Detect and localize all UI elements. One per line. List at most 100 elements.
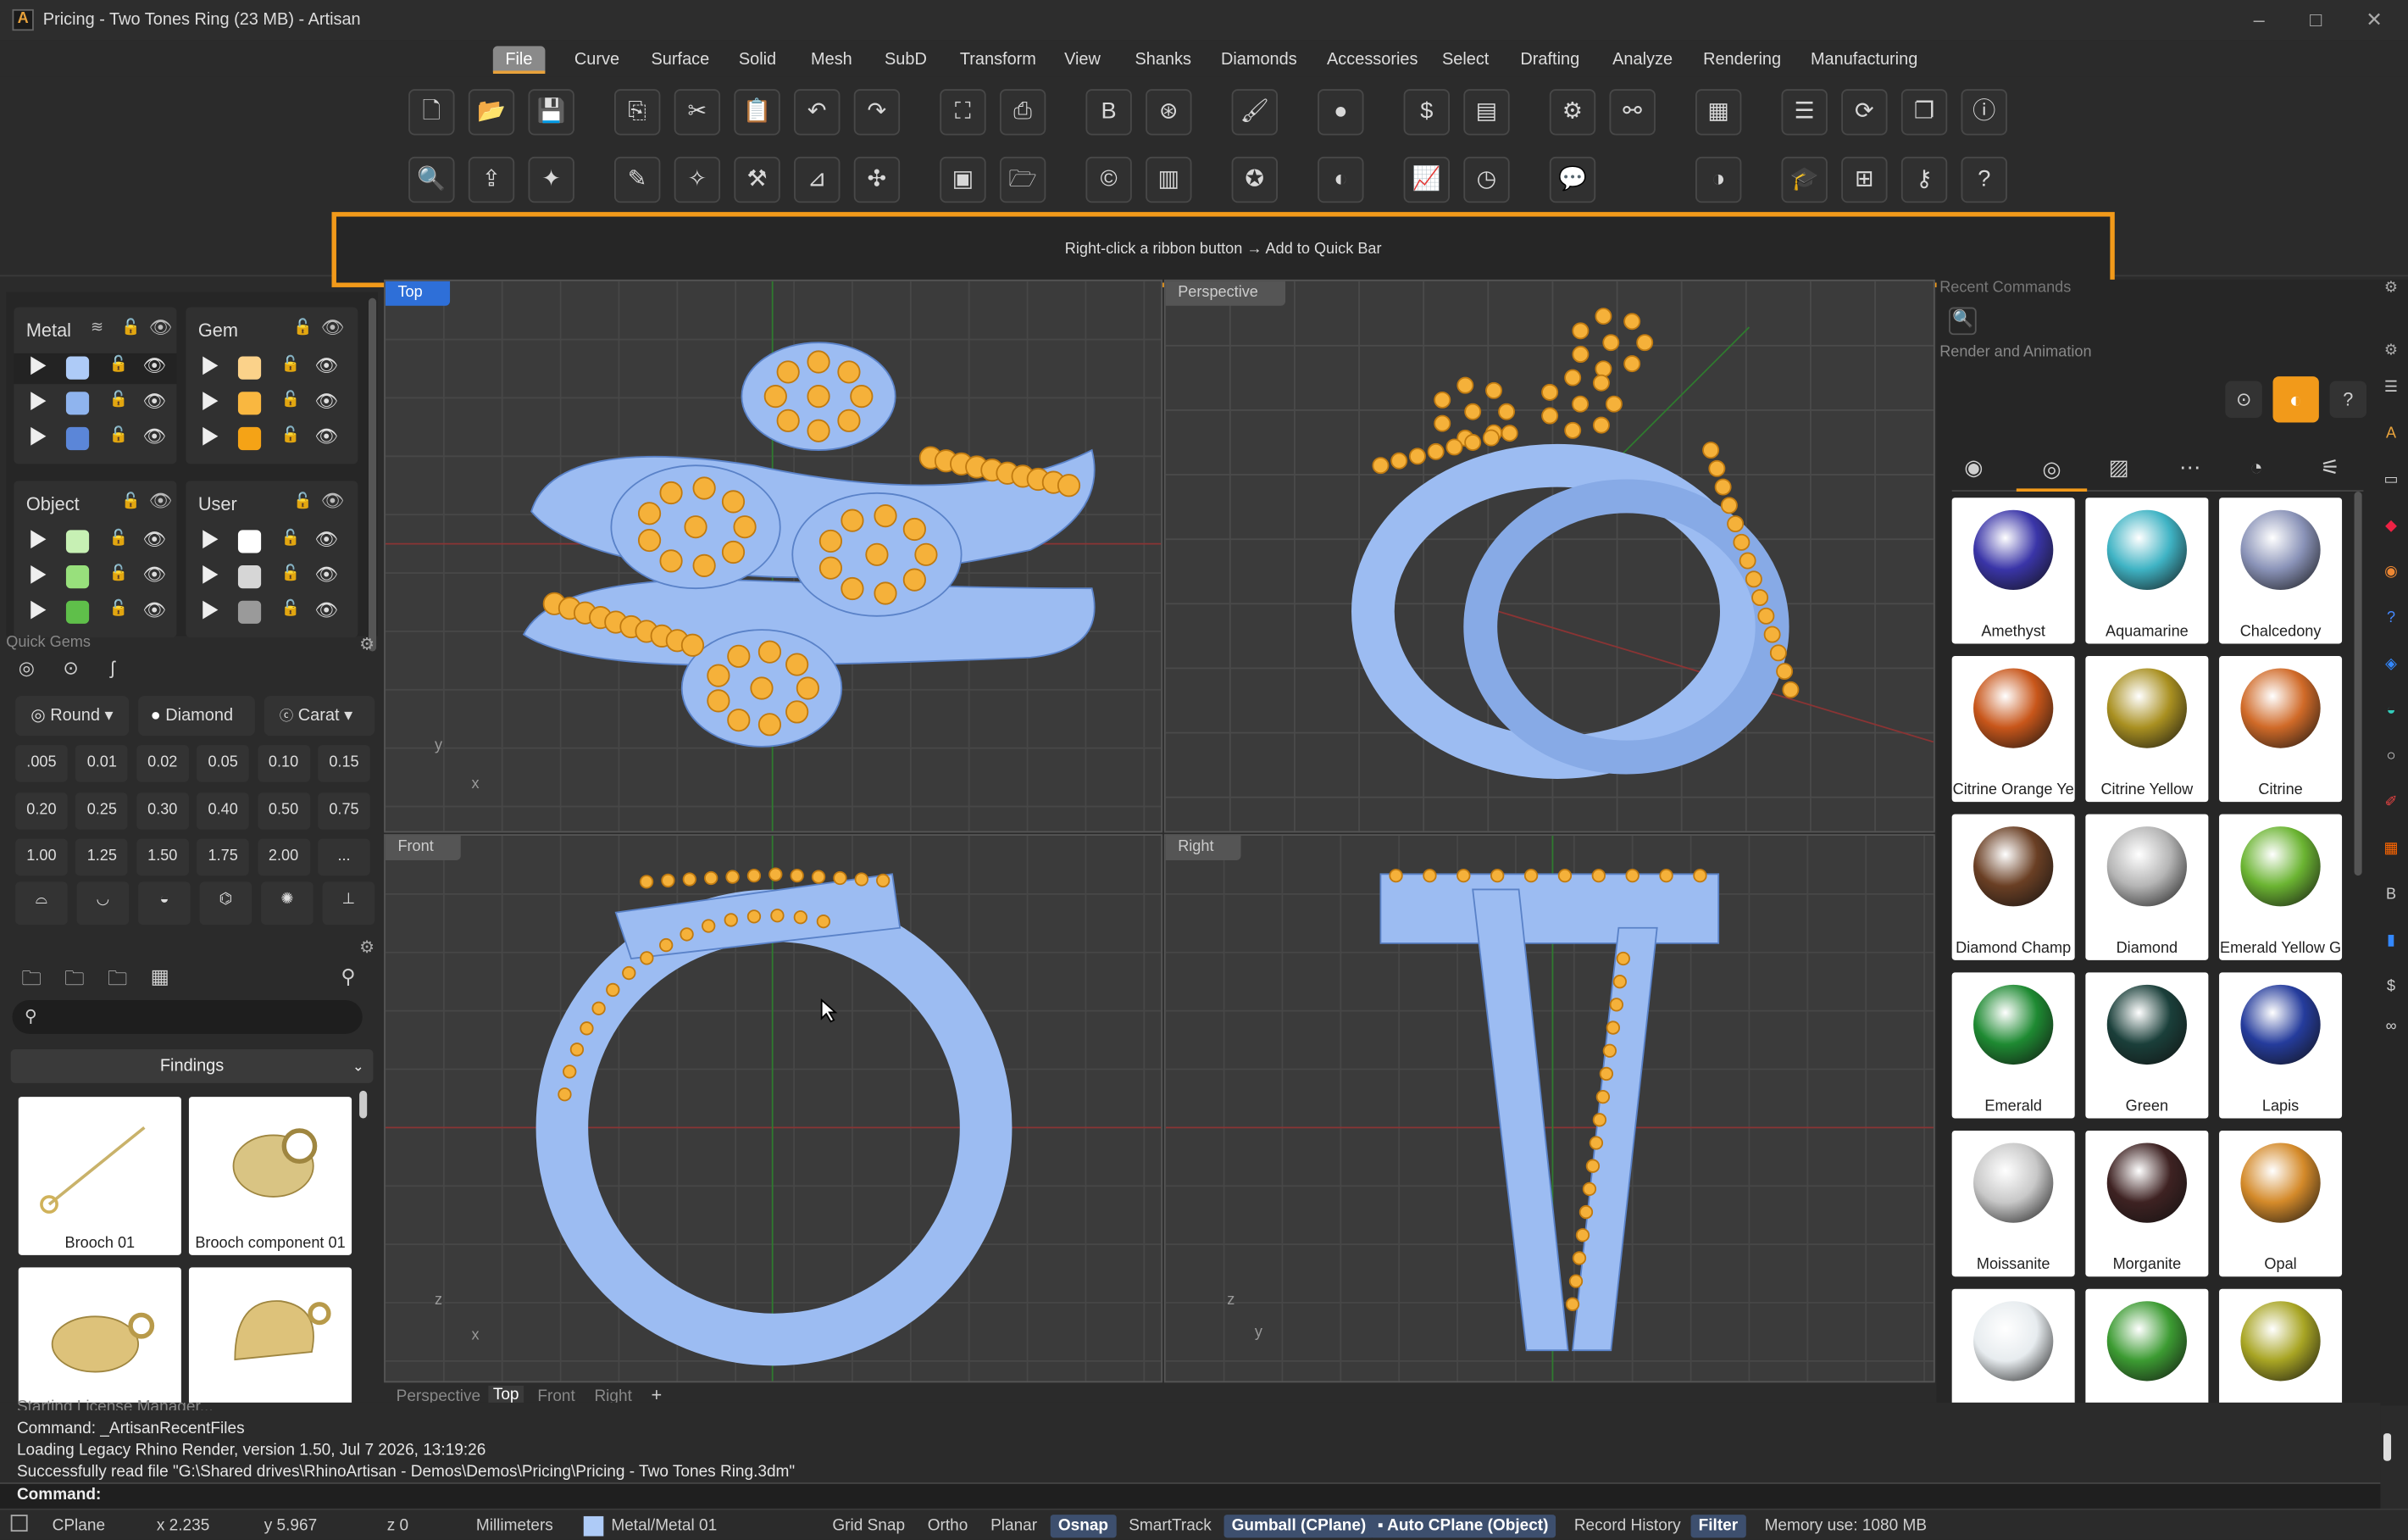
gem-shape-icon[interactable]: ◎: [19, 658, 35, 679]
add-folder-icon[interactable]: 🗀: [21, 965, 42, 998]
eye-icon[interactable]: 👁: [149, 490, 173, 511]
tab-more-icon[interactable]: ⋯: [2179, 455, 2200, 481]
sketch-icon[interactable]: ✎: [614, 156, 661, 203]
scrollbar[interactable]: [2383, 1433, 2392, 1461]
new-file-icon[interactable]: 🗋: [408, 89, 455, 136]
magic-search-icon[interactable]: ✦: [528, 156, 574, 203]
layer-row[interactable]: 🔓 👁: [14, 598, 176, 628]
play-icon[interactable]: [31, 600, 47, 620]
pricing-icon[interactable]: $: [1403, 89, 1450, 136]
gem-material-item[interactable]: Moissanite: [1951, 1131, 2075, 1277]
layer-color-swatch[interactable]: [583, 1515, 604, 1537]
help-doc-icon[interactable]: ?: [2380, 609, 2401, 630]
comment-icon[interactable]: 💬: [1549, 156, 1596, 203]
layer-color-swatch[interactable]: [65, 356, 90, 380]
status-cplane[interactable]: CPlane: [53, 1515, 105, 1537]
gem-material-item[interactable]: Citrine Orange Ye: [1951, 655, 2075, 803]
status-filter[interactable]: Filter: [1690, 1515, 1746, 1538]
block-icon[interactable]: B: [2380, 885, 2401, 906]
viewport-perspective[interactable]: Perspective: [1163, 279, 1935, 833]
settings-ring-icon[interactable]: ⚙: [1549, 89, 1596, 136]
phone-icon[interactable]: ▮: [2380, 931, 2401, 952]
pin-icon[interactable]: ⚲: [341, 965, 355, 989]
eye-icon[interactable]: 👁: [143, 599, 167, 620]
menu-file[interactable]: File: [492, 46, 545, 74]
sync-icon[interactable]: ⟳: [1841, 89, 1888, 136]
gear-icon[interactable]: ⚙: [2380, 341, 2401, 362]
render-icon[interactable]: ◐: [1318, 156, 1364, 203]
lock-icon[interactable]: 🔓: [293, 493, 313, 510]
library-item[interactable]: Brooch component 01: [188, 1097, 352, 1255]
list-icon[interactable]: ☰: [2380, 378, 2401, 399]
play-icon[interactable]: [31, 356, 47, 375]
category-dropdown[interactable]: Findings ⌄: [10, 1048, 374, 1083]
gem-material-item[interactable]: Citrine: [2219, 655, 2343, 803]
eye-icon[interactable]: 👁: [315, 425, 339, 447]
menu-rendering[interactable]: Rendering: [1691, 46, 1794, 74]
environment-icon[interactable]: ◒: [2380, 701, 2401, 722]
grid-icon[interactable]: ▦: [151, 965, 169, 989]
scrollbar[interactable]: [369, 297, 377, 652]
carat-size-button[interactable]: 0.10: [257, 745, 310, 782]
setting-basket-icon[interactable]: ◒: [138, 881, 191, 926]
link-icon[interactable]: ⚯: [1609, 89, 1656, 136]
viewport-front[interactable]: z x Front: [384, 834, 1163, 1383]
clock-icon[interactable]: ◷: [1463, 156, 1510, 203]
carat-size-button[interactable]: 0.15: [318, 745, 370, 782]
gem-material-item[interactable]: [2085, 1288, 2209, 1409]
gem-setting-icon[interactable]: ⊙: [63, 658, 78, 679]
lock-icon[interactable]: 🔓: [281, 392, 301, 409]
gem-material-item[interactable]: Aquamarine: [2085, 498, 2209, 644]
document-search-icon[interactable]: 🔍: [408, 156, 455, 203]
library-item[interactable]: [188, 1267, 352, 1406]
eye-icon[interactable]: 👁: [315, 390, 339, 411]
measure-icon[interactable]: ⊿: [794, 156, 841, 203]
folder-check-icon[interactable]: 🗀: [108, 965, 128, 998]
paste-icon[interactable]: 📋: [734, 89, 780, 136]
stamp-icon[interactable]: ▣: [940, 156, 986, 203]
carat-size-button[interactable]: 0.30: [136, 792, 189, 829]
eye-icon[interactable]: 👁: [315, 529, 339, 550]
eye-icon[interactable]: 👁: [315, 599, 339, 620]
eye-icon[interactable]: 👁: [143, 390, 167, 411]
material-dropdown[interactable]: ● Diamond: [138, 696, 255, 737]
folder-settings-icon[interactable]: 🗀: [64, 965, 85, 998]
lock-icon[interactable]: 🔓: [109, 427, 129, 444]
lock-icon[interactable]: 🔓: [109, 565, 129, 582]
close-button[interactable]: ✕: [2361, 6, 2389, 34]
gear-icon[interactable]: ⚙: [359, 937, 375, 957]
gem-material-item[interactable]: Green: [2085, 972, 2209, 1119]
play-icon[interactable]: [31, 426, 47, 446]
recent-command-icon[interactable]: 🔍: [1949, 307, 1977, 336]
play-icon[interactable]: [31, 392, 47, 410]
save-icon[interactable]: 💾: [528, 89, 574, 136]
setting-cup-icon[interactable]: ◡: [76, 881, 130, 926]
tab-texture-icon[interactable]: ▨: [2109, 455, 2129, 481]
play-icon[interactable]: [31, 530, 47, 549]
lock-icon[interactable]: 🔓: [281, 530, 301, 547]
tab-settings-icon[interactable]: ⚟: [2321, 455, 2340, 481]
viewport-tab-perspective[interactable]: Perspective: [1165, 281, 1286, 306]
chart-icon[interactable]: 📈: [1403, 156, 1450, 203]
shape-dropdown[interactable]: ◎ Round ▾: [15, 696, 130, 737]
status-smarttrack[interactable]: SmartTrack: [1129, 1515, 1212, 1537]
layer-color-swatch[interactable]: [237, 530, 262, 553]
eye-icon[interactable]: 👁: [149, 316, 173, 337]
camera-render-icon[interactable]: ⊙: [2225, 381, 2262, 418]
pricing-icon[interactable]: $: [2380, 977, 2401, 998]
menu-view[interactable]: View: [1052, 46, 1113, 74]
cplane-toggle-icon[interactable]: [10, 1515, 28, 1532]
menu-shanks[interactable]: Shanks: [1123, 46, 1204, 74]
tool-icon[interactable]: ⚒: [734, 156, 780, 203]
redo-icon[interactable]: ↷: [853, 89, 901, 136]
open-folder-icon[interactable]: 📂: [468, 89, 515, 136]
layer-color-swatch[interactable]: [65, 426, 90, 451]
color-wheel-icon[interactable]: ◉: [2380, 562, 2401, 583]
play-icon[interactable]: [203, 600, 219, 620]
search-input[interactable]: ⚲: [12, 999, 363, 1034]
setting-bezel-icon[interactable]: ⌓: [15, 881, 68, 926]
carat-size-button[interactable]: 1.50: [136, 838, 189, 876]
eye-icon[interactable]: 👁: [143, 529, 167, 550]
play-icon[interactable]: [203, 530, 219, 549]
list-edit-icon[interactable]: ☰: [1781, 89, 1828, 136]
